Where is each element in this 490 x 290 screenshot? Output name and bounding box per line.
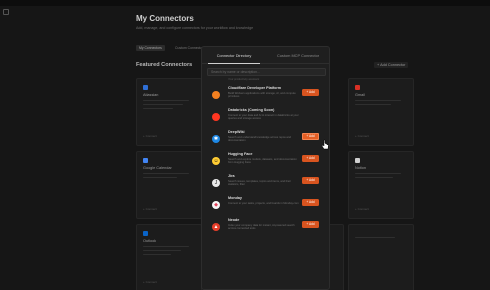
card-title: Notion <box>355 166 366 170</box>
item-name: Hugging Face <box>228 152 253 156</box>
tab-connector-directory[interactable]: Connector Directory <box>202 47 266 64</box>
item-name: Jira <box>228 174 235 178</box>
card-connect[interactable]: + Connect <box>143 207 157 211</box>
connector-card[interactable]: Outlook + Connect <box>136 224 202 290</box>
card-title: Outlook <box>143 239 157 243</box>
list-item[interactable]: ▲ Neode Index your company data for inst… <box>209 216 325 238</box>
atlassian-icon <box>143 85 148 90</box>
list-item[interactable]: Cloudflare Developer Platform Build Work… <box>209 84 325 106</box>
connector-list: Your productivity assistant Cloudflare D… <box>209 78 325 289</box>
connector-directory-modal: Connector Directory Custom MCP Connector… <box>201 46 330 290</box>
calendar-icon <box>143 158 148 163</box>
tab-my-connectors[interactable]: My Connectors <box>136 45 165 51</box>
monday-icon: ◆ <box>212 201 220 209</box>
top-bar <box>0 0 490 6</box>
add-button[interactable]: + Add <box>302 89 319 96</box>
item-name: Monday <box>228 196 242 200</box>
outlook-icon <box>143 231 148 236</box>
card-connect[interactable]: + Connect <box>143 134 157 138</box>
card-title: Atlassian <box>143 93 159 97</box>
databricks-icon <box>212 113 220 121</box>
list-item[interactable]: J Jira Search issues, templates, topics … <box>209 172 325 194</box>
card-connect[interactable]: + Connect <box>355 207 369 211</box>
add-button[interactable]: + Add <box>302 177 319 184</box>
card-title: Google Calendar <box>143 166 172 170</box>
card-title: Gmail <box>355 93 365 97</box>
hugging-face-icon: ☺ <box>212 157 220 165</box>
item-description: Connect to your tasks, projects, and boa… <box>228 201 299 205</box>
page-title: My Connectors <box>136 14 194 23</box>
item-description: Search and understand knowledge across r… <box>228 135 291 142</box>
deepwiki-icon: ✱ <box>212 135 220 143</box>
connector-card[interactable]: Google Calendar + Connect <box>136 151 202 219</box>
active-tab-indicator <box>208 63 260 64</box>
connector-card[interactable]: Atlassian + Connect <box>136 78 202 146</box>
partial-item-text: Your productivity assistant <box>228 78 260 81</box>
item-name: Neode <box>228 218 240 222</box>
list-item[interactable]: ◆ Monday Connect to your tasks, projects… <box>209 194 325 216</box>
card-connect[interactable]: + Connect <box>355 134 369 138</box>
add-button[interactable]: + Add <box>302 133 319 140</box>
tab-custom-mcp-connector[interactable]: Custom MCP Connector <box>266 47 329 64</box>
neode-icon: ▲ <box>212 223 220 231</box>
modal-tabs: Connector Directory Custom MCP Connector <box>202 47 329 64</box>
item-description: Build Workers applications with storage,… <box>228 91 296 98</box>
search-input[interactable] <box>207 68 326 76</box>
cloudflare-icon <box>212 91 220 99</box>
item-description: Index your company data for instant, AI-… <box>228 223 295 230</box>
jira-icon: J <box>212 179 220 187</box>
add-button[interactable]: + Add <box>302 155 319 162</box>
item-description: Search and explore models, datasets, and… <box>228 157 297 164</box>
list-item[interactable]: ✱ DeepWiki Search and understand knowled… <box>209 128 325 150</box>
add-button[interactable]: + Add <box>302 221 319 228</box>
add-button[interactable]: + Add <box>302 199 319 206</box>
item-description: Search issues, templates, topics and ite… <box>228 179 291 186</box>
sidebar-toggle-icon[interactable] <box>3 9 9 15</box>
card-connect[interactable]: + Connect <box>143 280 157 284</box>
item-name: DeepWiki <box>228 130 245 134</box>
featured-heading: Featured Connectors <box>136 62 193 68</box>
item-description: Connect to your data and AI to interact … <box>228 113 299 120</box>
notion-icon <box>355 158 360 163</box>
mouse-cursor-icon <box>321 139 329 150</box>
list-item[interactable]: ☺ Hugging Face Search and explore models… <box>209 150 325 172</box>
add-connector-button[interactable]: + Add Connector <box>374 62 409 68</box>
connector-card[interactable]: Notion + Connect <box>348 151 414 219</box>
connector-card[interactable]: Gmail + Connect <box>348 78 414 146</box>
item-name: Cloudflare Developer Platform <box>228 86 282 90</box>
connector-card[interactable] <box>348 224 414 290</box>
list-item[interactable]: Databricks (Coming Soon) Connect to your… <box>209 106 325 128</box>
gmail-icon <box>355 85 360 90</box>
page-subtitle: Add, manage, and configure connectors fo… <box>136 26 254 30</box>
item-name: Databricks (Coming Soon) <box>228 108 275 112</box>
